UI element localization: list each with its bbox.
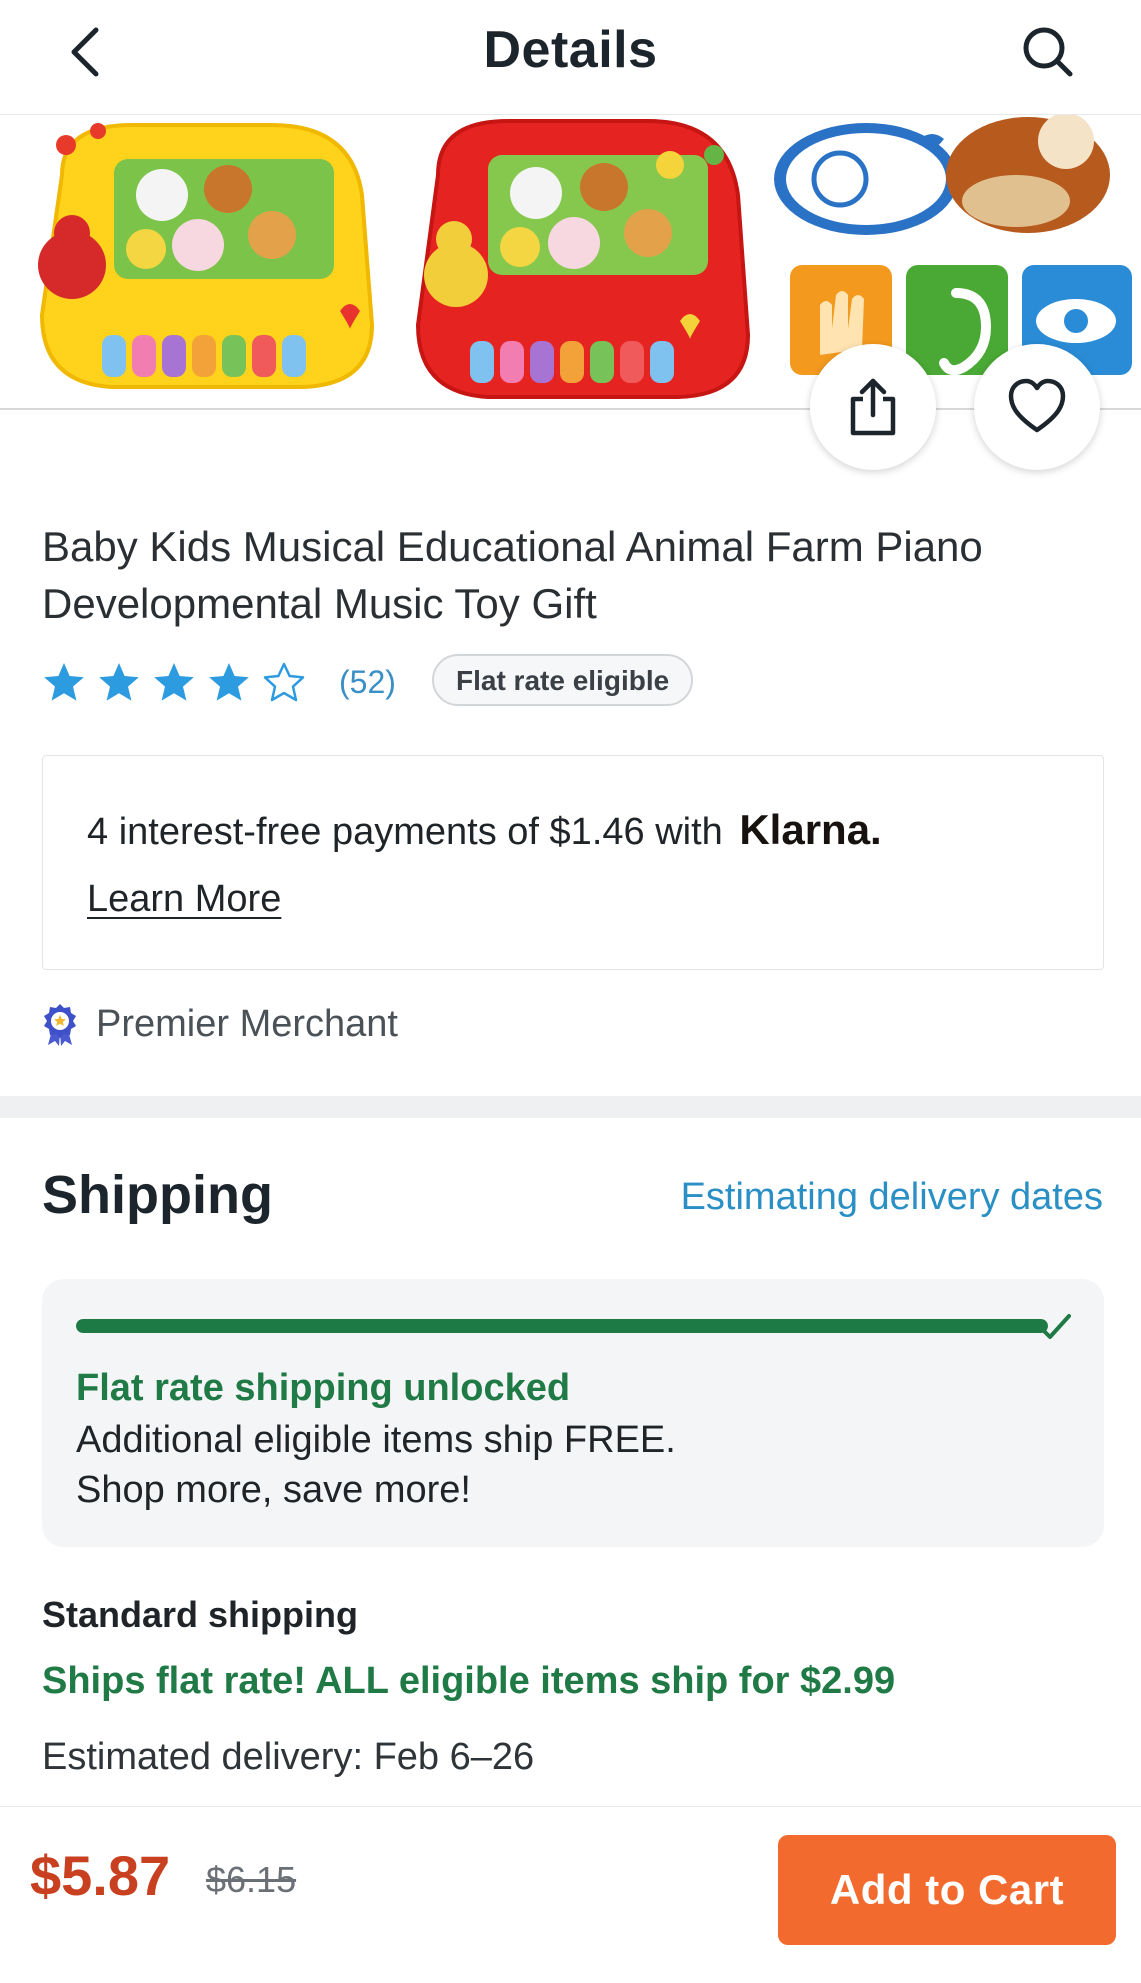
checkmark-icon xyxy=(1038,1314,1071,1339)
heart-icon xyxy=(1008,378,1066,433)
learn-more-link[interactable]: Learn More xyxy=(87,878,281,921)
klarna-logo: Klarna. xyxy=(739,806,882,853)
flat-rate-badge: Flat rate eligible xyxy=(432,654,694,706)
product-image-yellow xyxy=(38,123,375,389)
search-icon[interactable] xyxy=(1018,22,1078,82)
star-empty-icon xyxy=(263,662,305,702)
favorite-button[interactable] xyxy=(974,344,1100,470)
star-filled-icon xyxy=(99,663,139,701)
star-filled-icon xyxy=(44,663,84,701)
star-filled-icon xyxy=(209,663,249,701)
star-filled-icon xyxy=(154,663,194,701)
unlocked-line-1: Additional eligible items ship FREE. xyxy=(76,1419,676,1461)
share-button[interactable] xyxy=(810,344,936,470)
merchant-label: Premier Merchant xyxy=(96,1002,398,1045)
original-price: $6.15 xyxy=(206,1859,297,1900)
product-image-red xyxy=(415,119,751,399)
klarna-payment-box: 4 interest-free payments of $1.46 with K… xyxy=(42,755,1104,970)
review-count[interactable]: (52) xyxy=(339,664,396,701)
estimating-delivery-link[interactable]: Estimating delivery dates xyxy=(681,1176,1103,1219)
award-ribbon-icon xyxy=(44,1004,76,1046)
unlocked-title: Flat rate shipping unlocked xyxy=(76,1367,571,1409)
bottom-action-bar: $5.87 $6.15 Add to Cart xyxy=(0,1806,1141,1983)
klarna-line: 4 interest-free payments of $1.46 with K… xyxy=(87,806,882,854)
add-to-cart-button[interactable]: Add to Cart xyxy=(778,1835,1116,1945)
star-rating[interactable]: (52) xyxy=(42,656,396,708)
section-divider xyxy=(0,1096,1141,1118)
page-title: Details xyxy=(483,21,658,79)
shipping-progress-bar xyxy=(76,1319,1048,1333)
estimated-delivery: Estimated delivery: Feb 6–26 xyxy=(42,1736,535,1778)
flat-rate-unlock-card: Flat rate shipping unlocked Additional e… xyxy=(42,1279,1104,1547)
current-price: $5.87 xyxy=(30,1844,171,1907)
unlocked-line-2: Shop more, save more! xyxy=(76,1469,471,1511)
product-image-carousel[interactable] xyxy=(0,115,1141,410)
shipping-progress-fill xyxy=(76,1319,1048,1333)
gallery-divider xyxy=(0,408,1141,410)
standard-shipping-heading: Standard shipping xyxy=(42,1594,359,1635)
premier-merchant[interactable]: Premier Merchant xyxy=(42,1002,398,1046)
standard-shipping-flat-rate: Ships flat rate! ALL eligible items ship… xyxy=(42,1660,896,1702)
klarna-text: 4 interest-free payments of $1.46 with xyxy=(87,811,723,853)
product-title: Baby Kids Musical Educational Animal Far… xyxy=(42,523,983,627)
share-icon xyxy=(850,378,896,436)
shipping-heading: Shipping xyxy=(42,1165,273,1225)
top-bar: Details xyxy=(0,0,1141,115)
